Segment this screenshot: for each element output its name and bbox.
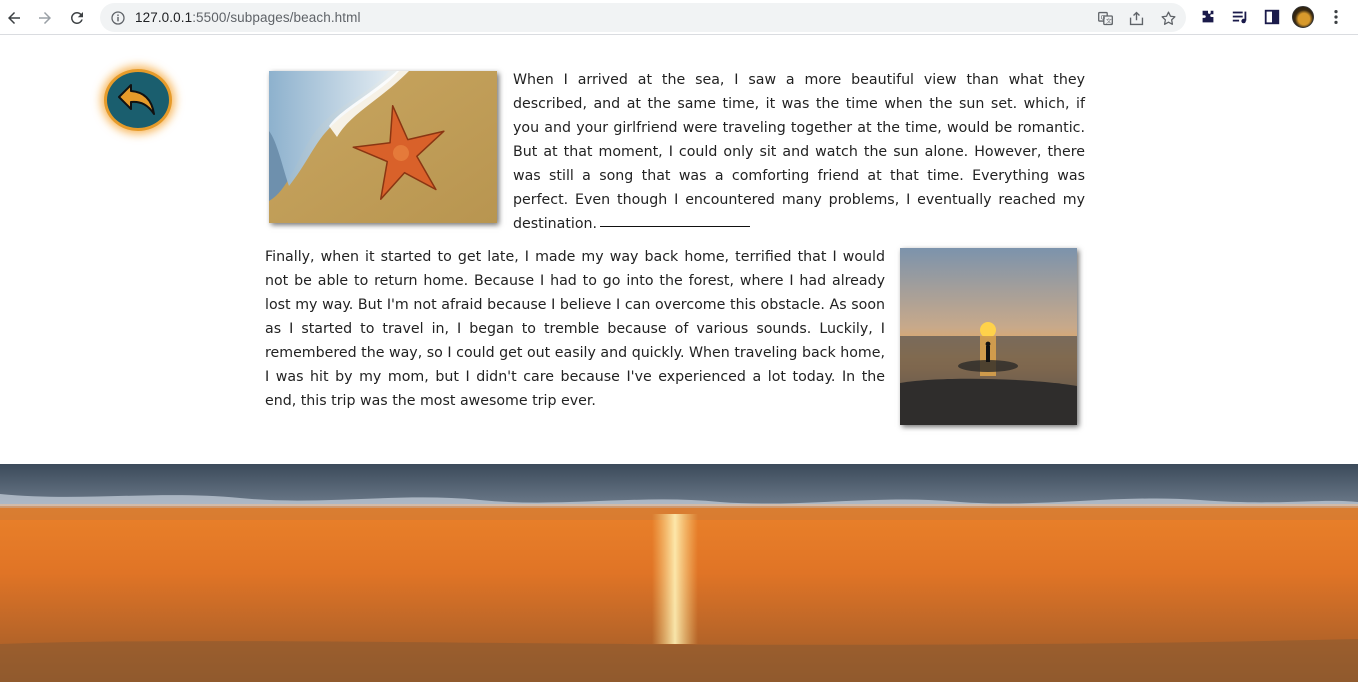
site-info-icon[interactable] (109, 9, 126, 26)
side-panel-icon[interactable] (1261, 6, 1283, 28)
extensions-puzzle-icon[interactable] (1197, 6, 1219, 28)
reload-icon (70, 11, 83, 24)
svg-text:G: G (1100, 14, 1105, 21)
browser-toolbar: 127.0.0.1:5500/subpages/beach.html G 文 (0, 0, 1358, 35)
svg-text:文: 文 (1105, 16, 1111, 24)
story-paragraph-1: When I arrived at the sea, I saw a more … (513, 72, 1085, 232)
arrow-left-icon (8, 12, 20, 24)
sunset-silhouette-photo (900, 248, 1077, 425)
beach-sunset-banner (0, 464, 1358, 682)
back-button[interactable] (104, 69, 172, 131)
share-icon[interactable] (1127, 9, 1145, 27)
more-menu-icon[interactable] (1325, 6, 1347, 28)
forward-nav-button[interactable] (32, 5, 58, 31)
back-nav-button[interactable] (1, 5, 27, 31)
url-host: 127.0.0.1 (135, 10, 193, 25)
arrow-right-icon (39, 12, 51, 24)
url-path: :5500/subpages/beach.html (192, 10, 361, 25)
translate-icon[interactable]: G 文 (1096, 9, 1114, 27)
section-divider (600, 226, 750, 227)
reload-button[interactable] (64, 5, 90, 31)
starfish-photo (269, 71, 497, 223)
story-paragraph-2: Finally, when it started to get late, I … (265, 249, 885, 409)
media-queue-icon[interactable] (1229, 6, 1251, 28)
profile-avatar[interactable] (1292, 6, 1314, 28)
address-bar[interactable]: 127.0.0.1:5500/subpages/beach.html G 文 (100, 3, 1186, 32)
reply-arrow-icon (118, 84, 155, 115)
url-text: 127.0.0.1:5500/subpages/beach.html (135, 10, 361, 25)
bookmark-star-icon[interactable] (1159, 9, 1177, 27)
